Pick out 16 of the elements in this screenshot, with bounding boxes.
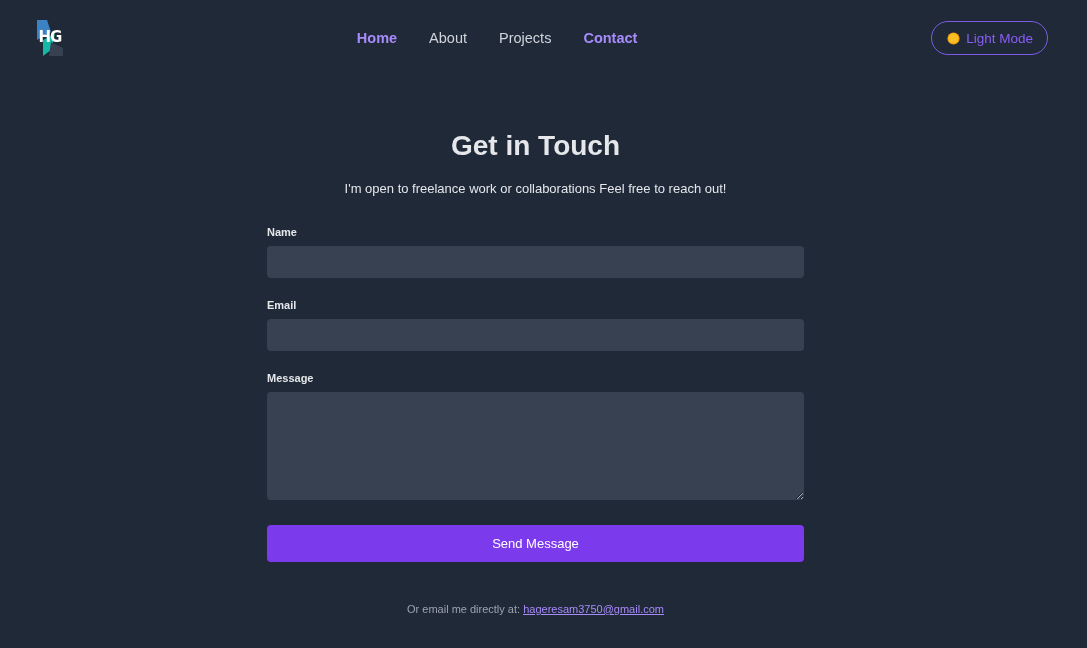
field-label: Email — [267, 298, 298, 312]
field-label: Name — [267, 225, 298, 239]
nav-link[interactable]: Home — [356, 30, 398, 46]
email-note: Or email me directly at: hageresam3750@gmail.com — [407, 602, 664, 616]
text-input-field[interactable] — [267, 246, 804, 278]
nav-link[interactable]: About — [429, 30, 467, 46]
nav-link[interactable]: Contact — [583, 30, 638, 46]
send-message-button[interactable]: Send Message — [267, 525, 804, 562]
intro-text: I'm open to freelance work or collaborations Feel free to reach out! — [344, 180, 727, 198]
field-label: Message — [267, 371, 315, 385]
text-input-field[interactable] — [267, 319, 804, 351]
email-link[interactable]: hageresam3750@gmail.com — [523, 603, 664, 615]
sun-icon — [947, 31, 961, 45]
message-textarea[interactable] — [267, 392, 804, 500]
nav-link[interactable]: Projects — [499, 30, 552, 46]
page-title: Get in Touch — [451, 129, 620, 163]
